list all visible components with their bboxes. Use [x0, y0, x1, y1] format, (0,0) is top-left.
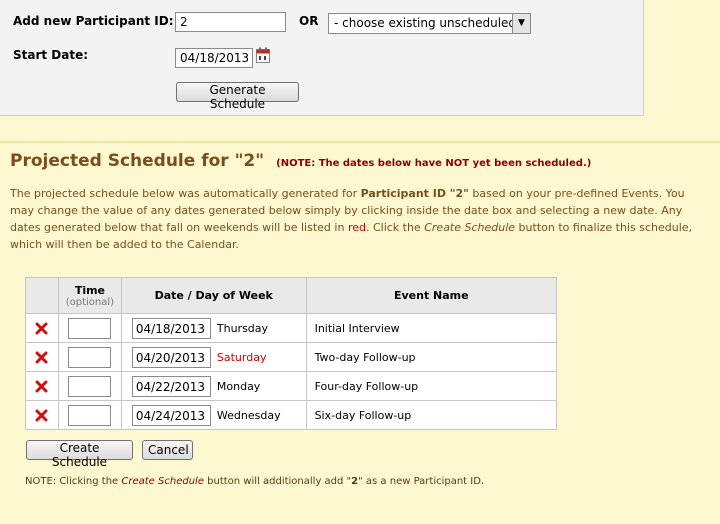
- participant-form-panel: Add new Participant ID: OR - choose exis…: [0, 0, 644, 116]
- delete-x-icon[interactable]: [35, 409, 48, 422]
- schedule-note: (NOTE: The dates below have NOT yet been…: [276, 158, 592, 169]
- delete-x-icon[interactable]: [35, 351, 48, 364]
- existing-participant-select-value: - choose existing unscheduled -: [334, 16, 525, 30]
- schedule-heading: Projected Schedule for "2" (NOTE: The dat…: [10, 151, 591, 171]
- schedule-title: Projected Schedule for "2": [10, 151, 265, 171]
- chevron-down-icon[interactable]: ▼: [512, 14, 530, 33]
- event-name: Two-day Follow-up: [305, 342, 558, 372]
- event-name: Four-day Follow-up: [305, 371, 558, 401]
- cancel-button[interactable]: Cancel: [142, 440, 193, 460]
- table-row: 04/20/2013 Saturday Two-day Follow-up: [25, 342, 558, 372]
- schedule-table: Time (optional) Date / Day of Week Event …: [25, 277, 558, 430]
- footnote: NOTE: Clicking the Create Schedule butto…: [25, 476, 485, 487]
- delete-x-icon[interactable]: [35, 380, 48, 393]
- calendar-icon[interactable]: [256, 47, 270, 63]
- table-row: 04/22/2013 Monday Four-day Follow-up: [25, 371, 558, 401]
- day-of-week: Saturday: [216, 350, 267, 364]
- event-name: Six-day Follow-up: [305, 400, 558, 430]
- header-event: Event Name: [305, 277, 558, 314]
- header-delete: [25, 277, 59, 314]
- header-date: Date / Day of Week: [120, 277, 307, 314]
- date-input[interactable]: 04/20/2013: [131, 346, 211, 368]
- header-time: Time (optional): [57, 277, 122, 314]
- time-input[interactable]: [68, 375, 112, 397]
- day-of-week: Thursday: [216, 321, 269, 335]
- schedule-description: The projected schedule below was automat…: [10, 187, 693, 251]
- delete-x-icon[interactable]: [35, 322, 48, 335]
- generate-schedule-button[interactable]: Generate Schedule: [176, 82, 299, 111]
- date-input[interactable]: 04/24/2013: [131, 404, 211, 426]
- start-date-input[interactable]: [175, 48, 253, 68]
- date-input[interactable]: 04/18/2013: [131, 317, 211, 339]
- participant-id-input[interactable]: [175, 12, 286, 32]
- time-input[interactable]: [68, 317, 112, 339]
- table-row: 04/18/2013 Thursday Initial Interview: [25, 313, 558, 343]
- create-schedule-button[interactable]: Create Schedule: [26, 440, 133, 469]
- existing-participant-select[interactable]: - choose existing unscheduled - ▼: [328, 13, 531, 34]
- section-divider: [0, 141, 720, 143]
- time-input[interactable]: [68, 404, 112, 426]
- or-label: OR: [299, 14, 319, 28]
- event-name: Initial Interview: [305, 313, 558, 343]
- table-header-row: Time (optional) Date / Day of Week Event …: [25, 277, 558, 314]
- table-row: 04/24/2013 Wednesday Six-day Follow-up: [25, 400, 558, 430]
- day-of-week: Wednesday: [216, 408, 281, 422]
- participant-id-label: Add new Participant ID:: [13, 14, 174, 28]
- time-input[interactable]: [68, 346, 112, 368]
- day-of-week: Monday: [216, 379, 261, 393]
- date-input[interactable]: 04/22/2013: [131, 375, 211, 397]
- start-date-label: Start Date:: [13, 48, 89, 62]
